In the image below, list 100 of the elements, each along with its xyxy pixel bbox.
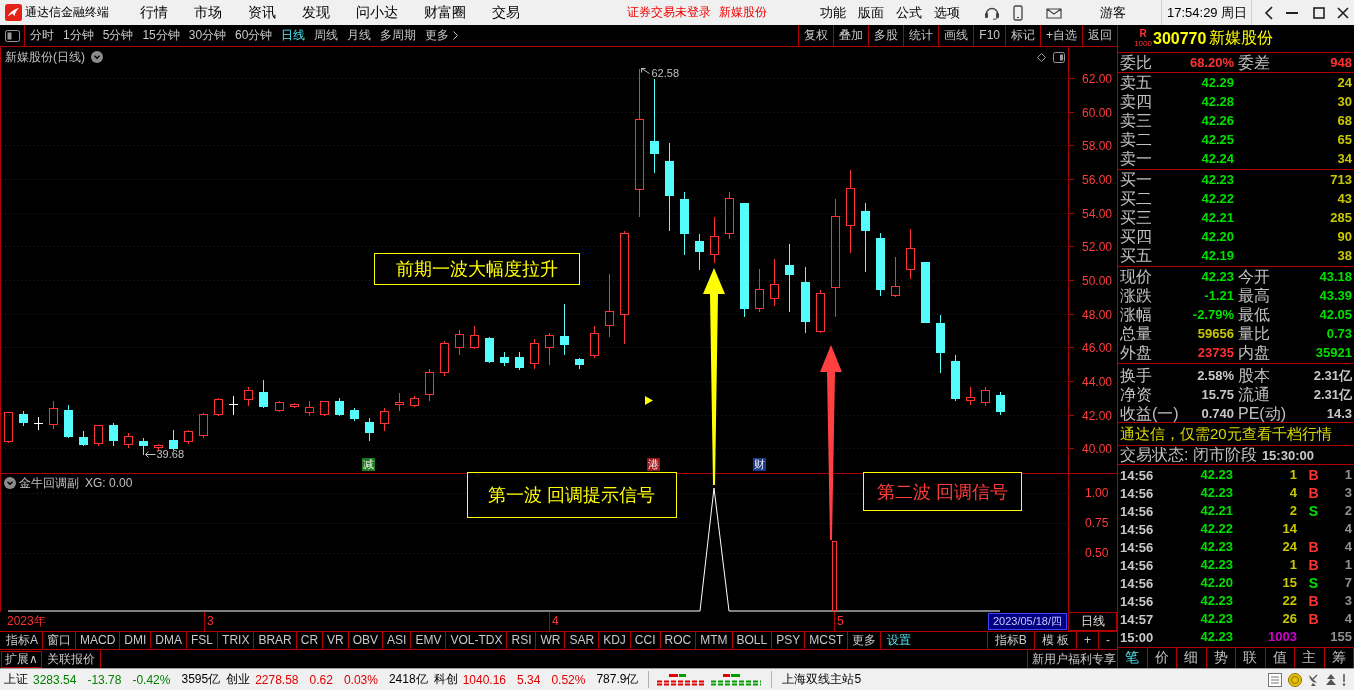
falling-candle (876, 232, 885, 296)
price-axis-label: 40.00 (1081, 442, 1112, 456)
menu-item[interactable]: 财富圈 (424, 3, 466, 22)
panel-toggle-icon[interactable] (5, 29, 20, 42)
indicator-tab[interactable]: VR (323, 632, 349, 649)
satellite-dish-icon[interactable] (1308, 673, 1320, 686)
indicator-tab[interactable]: KDJ (599, 632, 631, 649)
indicator-tab[interactable]: - (1098, 632, 1117, 649)
minimize-icon[interactable] (1286, 11, 1299, 14)
bid-volume: 285 (1329, 208, 1352, 227)
headset-icon[interactable] (984, 5, 1000, 20)
period-tab[interactable]: 1分钟 (63, 27, 94, 44)
period-tab[interactable]: 30分钟 (188, 27, 227, 44)
tick-price: 42.23 (1199, 466, 1233, 484)
indicator-tab[interactable]: 更多 (848, 632, 882, 649)
settings-link[interactable]: 设置 (881, 632, 918, 649)
diamond-icon[interactable] (1037, 53, 1046, 62)
toolbar-button[interactable]: 返回 (1082, 25, 1117, 46)
indicator-tab[interactable]: PSY (772, 632, 806, 649)
phone-icon[interactable] (1013, 4, 1023, 21)
tool-menu-item[interactable]: 公式 (896, 3, 922, 22)
back-icon[interactable] (1264, 5, 1275, 20)
toolbar-button[interactable]: 标记 (1005, 25, 1040, 46)
server-name[interactable]: 上海双线主站5 (782, 671, 862, 688)
toolbar-button[interactable]: +自选 (1040, 25, 1082, 46)
indicator-tab[interactable]: CCI (630, 632, 661, 649)
indicator-tab[interactable]: MTM (696, 632, 733, 649)
dropdown-icon[interactable] (4, 477, 16, 489)
indicator-tab[interactable]: CR (296, 632, 324, 649)
index-name[interactable]: 创业 (226, 671, 251, 688)
indicator-tab[interactable]: VOL-TDX (446, 632, 508, 649)
price-axis-label: 58.00 (1081, 139, 1112, 153)
period-tab[interactable]: 60分钟 (235, 27, 273, 44)
indicator-tab[interactable]: SAR (565, 632, 600, 649)
indicator-tab[interactable]: OBV (348, 632, 384, 649)
menu-item[interactable]: 资讯 (248, 3, 276, 22)
price-axis-label: 56.00 (1081, 173, 1112, 187)
indicator-tab[interactable]: 窗口 (43, 632, 76, 649)
indicator-tab[interactable]: BRAR (254, 632, 297, 649)
period-tab[interactable]: 5分钟 (102, 27, 134, 44)
maximize-icon[interactable] (1313, 6, 1326, 19)
quote-label: 现价 (1120, 267, 1153, 286)
indicator-tab[interactable]: WR (536, 632, 566, 649)
indicator-tab[interactable]: EMV (411, 632, 447, 649)
event-tag[interactable]: 减 (362, 458, 375, 471)
event-tag[interactable]: 财 (753, 458, 766, 471)
toolbar-button[interactable]: 复权 (798, 25, 834, 46)
indicator-tab[interactable]: TRIX (218, 632, 255, 649)
exclamation-icon[interactable] (1342, 673, 1346, 686)
indicator-tab[interactable]: BOLL (732, 632, 773, 649)
index-name[interactable]: 科创 (433, 671, 458, 688)
indicator-tab[interactable]: + (1076, 632, 1098, 649)
user-label[interactable]: 游客 (1100, 3, 1126, 22)
expand-button[interactable]: 扩展∧ (1, 650, 42, 668)
menu-item[interactable]: 发现 (302, 3, 330, 22)
tick-side: B (1307, 557, 1320, 573)
panel-toggle-icon[interactable] (1053, 52, 1065, 63)
notepad-icon[interactable] (1268, 672, 1282, 687)
indicator-tab[interactable]: FSL (187, 632, 219, 649)
period-tab[interactable]: 分时 (30, 27, 54, 44)
indicator-tab[interactable]: MCST (805, 632, 849, 649)
period-tab[interactable]: 周线 (314, 27, 339, 44)
close-icon[interactable] (1337, 6, 1350, 19)
indicator-tab[interactable]: 模 板 (1033, 632, 1076, 649)
login-status-link[interactable]: 证券交易未登录 (627, 4, 711, 21)
indicator-tab[interactable]: 指标B (986, 632, 1034, 649)
stock-name-link[interactable]: 新媒股份 (719, 4, 767, 21)
mail-icon[interactable] (1046, 6, 1062, 19)
indicator-tab[interactable]: DMI (120, 632, 152, 649)
event-tag[interactable]: 港 (647, 458, 660, 471)
indicator-tab[interactable]: 指标A (2, 632, 43, 649)
tool-menu-item[interactable]: 功能 (820, 3, 846, 22)
stacked-triangles-icon[interactable] (1326, 673, 1336, 686)
quote-value: 0.73 (1325, 324, 1352, 343)
period-tab[interactable]: 日线 (281, 27, 306, 44)
index-name[interactable]: 上证 (4, 671, 28, 688)
indicator-tab[interactable]: MACD (76, 632, 121, 649)
menu-item[interactable]: 行情 (140, 3, 168, 22)
menu-item[interactable]: 市场 (194, 3, 222, 22)
toolbar-button[interactable]: 多股 (868, 25, 904, 46)
dropdown-icon[interactable] (91, 51, 103, 63)
quote-value: 0.740 (1200, 404, 1234, 423)
toolbar-button[interactable]: 叠加 (833, 25, 869, 46)
toolbar-button[interactable]: F10 (973, 25, 1005, 46)
tool-menu-item[interactable]: 版面 (858, 3, 884, 22)
coin-icon[interactable] (1288, 672, 1302, 687)
menu-item[interactable]: 问小达 (356, 3, 398, 22)
tool-menu-item[interactable]: 选项 (934, 3, 960, 22)
indicator-tab[interactable]: ROC (660, 632, 697, 649)
toolbar-button[interactable]: 统计 (903, 25, 939, 46)
indicator-tab[interactable]: DMA (151, 632, 188, 649)
period-tab[interactable]: 15分钟 (142, 27, 180, 44)
period-tab[interactable]: 月线 (347, 27, 372, 44)
promo-text[interactable]: 通达信，仅需20元查看千档行情 (1120, 425, 1332, 442)
menu-item[interactable]: 交易 (492, 3, 520, 22)
indicator-tab[interactable]: ASI (383, 632, 412, 649)
period-tab[interactable]: 多周期 (380, 27, 417, 44)
more-menu[interactable]: 更多 (425, 27, 459, 44)
indicator-tab[interactable]: RSI (507, 632, 537, 649)
toolbar-button[interactable]: 画线 (938, 25, 974, 46)
